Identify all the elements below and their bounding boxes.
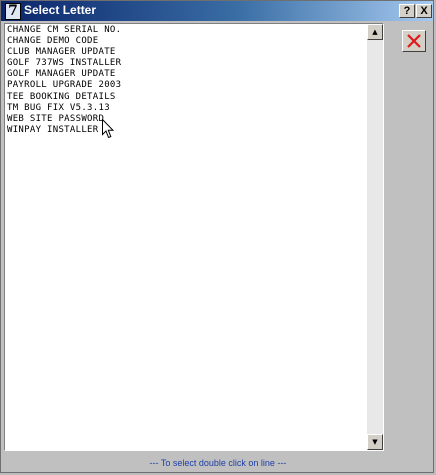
- window-title: Select Letter: [24, 3, 97, 17]
- scroll-down-arrow-icon[interactable]: ▼: [367, 434, 383, 450]
- list-item[interactable]: GOLF 737WS INSTALLER: [6, 58, 367, 69]
- list-item[interactable]: CLUB MANAGER UPDATE: [6, 47, 367, 58]
- list-item[interactable]: CHANGE CM SERIAL NO.: [6, 25, 367, 36]
- list-item[interactable]: WEB SITE PASSWORD: [6, 114, 367, 125]
- help-button[interactable]: ?: [399, 4, 415, 18]
- app-icon: 7: [5, 3, 21, 20]
- list-item[interactable]: GOLF MANAGER UPDATE: [6, 69, 367, 80]
- list-item[interactable]: TM BUG FIX V5.3.13: [6, 103, 367, 114]
- red-x-close-icon: [407, 34, 421, 48]
- list-item[interactable]: TEE BOOKING DETAILS: [6, 92, 367, 103]
- list-item[interactable]: CHANGE DEMO CODE: [6, 36, 367, 47]
- vertical-scrollbar[interactable]: ▲ ▼: [367, 24, 383, 450]
- select-letter-window: 7 Select Letter ? X CHANGE CM SERIAL NO.…: [0, 0, 434, 473]
- list-item[interactable]: PAYROLL UPGRADE 2003: [6, 80, 367, 91]
- close-button[interactable]: [402, 30, 426, 52]
- scroll-up-arrow-icon[interactable]: ▲: [367, 24, 383, 40]
- letter-list: CHANGE CM SERIAL NO. CHANGE DEMO CODE CLUB…: [6, 25, 367, 449]
- letter-listbox[interactable]: CHANGE CM SERIAL NO. CHANGE DEMO CODE CLUB…: [4, 23, 384, 451]
- list-item[interactable]: WINPAY INSTALLER: [6, 125, 367, 136]
- status-hint: --- To select double click on line ---: [149, 458, 287, 468]
- title-bar[interactable]: 7 Select Letter ? X: [1, 1, 433, 21]
- title-close-button[interactable]: X: [416, 4, 432, 18]
